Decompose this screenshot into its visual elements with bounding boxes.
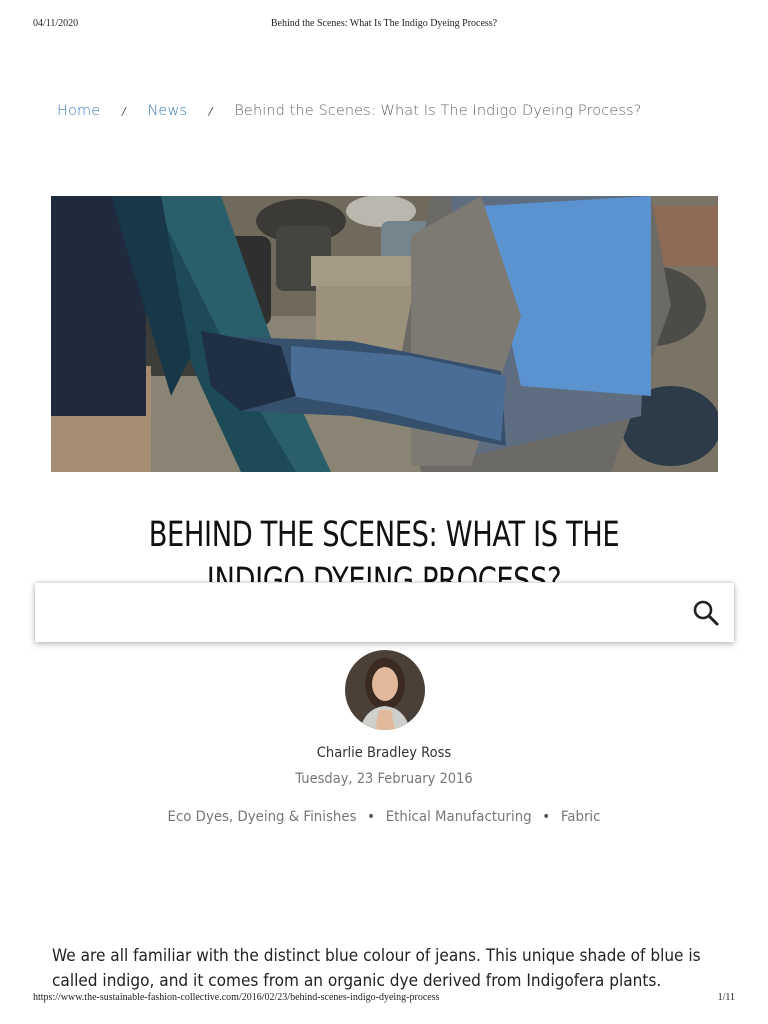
- category-link-ethical-manufacturing[interactable]: Ethical Manufacturing: [386, 809, 532, 825]
- category-list: Eco Dyes, Dyeing & Finishes • Ethical Ma…: [31, 809, 738, 825]
- publish-date: Tuesday, 23 February 2016: [295, 771, 473, 787]
- category-separator: •: [542, 809, 551, 825]
- breadcrumb: Home / News / Behind the Scenes: What Is…: [57, 103, 641, 119]
- breadcrumb-home-link[interactable]: Home: [57, 103, 100, 119]
- print-url: https://www.the-sustainable-fashion-coll…: [33, 992, 440, 1003]
- print-header: 04/11/2020 Behind the Scenes: What Is Th…: [33, 18, 735, 32]
- article-intro: We are all familiar with the distinct bl…: [52, 946, 701, 990]
- category-link-eco-dyes[interactable]: Eco Dyes, Dyeing & Finishes: [168, 809, 357, 825]
- breadcrumb-current: Behind the Scenes: What Is The Indigo Dy…: [234, 103, 642, 119]
- breadcrumb-news-link[interactable]: News: [147, 103, 187, 119]
- print-footer: https://www.the-sustainable-fashion-coll…: [33, 992, 735, 1006]
- search-icon[interactable]: [692, 599, 720, 627]
- hero-image: [51, 196, 718, 472]
- search-bar: [35, 583, 734, 642]
- print-title: Behind the Scenes: What Is The Indigo Dy…: [270, 18, 498, 29]
- author-avatar[interactable]: [345, 650, 425, 730]
- category-link-fabric[interactable]: Fabric: [561, 809, 601, 825]
- category-separator: •: [367, 809, 376, 825]
- search-input[interactable]: [35, 583, 675, 642]
- breadcrumb-separator: /: [208, 105, 213, 118]
- author-name[interactable]: Charlie Bradley Ross: [38, 745, 729, 761]
- breadcrumb-separator: /: [121, 105, 126, 118]
- article-title: Behind the Scenes: What Is The Indigo Dy…: [148, 515, 620, 582]
- print-page-number: 1/11: [717, 992, 735, 1003]
